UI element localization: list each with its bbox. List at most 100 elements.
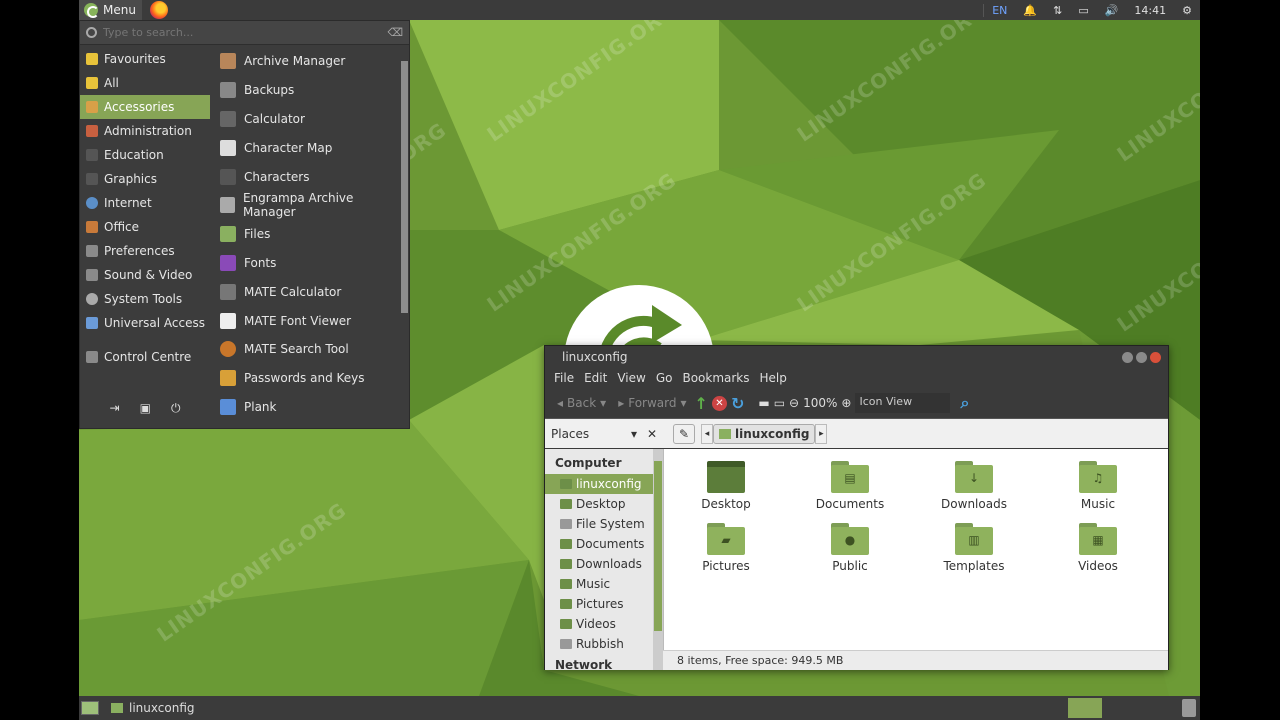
edit-location-button[interactable]: ✎ xyxy=(673,423,695,444)
folder-templates[interactable]: ▥ Templates xyxy=(912,523,1036,573)
menu-view[interactable]: View xyxy=(612,371,650,385)
sidebar-item-desktop[interactable]: Desktop xyxy=(545,494,663,514)
up-arrow-icon[interactable]: ↑ xyxy=(695,394,708,413)
app-engrampa[interactable]: Engrampa Archive Manager xyxy=(213,191,399,220)
app-files[interactable]: Files xyxy=(213,220,399,249)
menu-edit[interactable]: Edit xyxy=(579,371,612,385)
app-archive-manager[interactable]: Archive Manager xyxy=(213,47,399,76)
close-sidebar-icon[interactable]: ✕ xyxy=(647,427,663,441)
breadcrumb-next-button[interactable]: ▸ xyxy=(815,423,828,444)
menu-bookmarks[interactable]: Bookmarks xyxy=(677,371,754,385)
dropdown-icon: ▾ xyxy=(680,396,687,410)
bell-icon[interactable]: 🔔 xyxy=(1015,4,1045,17)
sidebar-item-rubbish[interactable]: Rubbish xyxy=(545,634,663,654)
category-label: Favourites xyxy=(104,52,166,66)
category-accessories[interactable]: Accessories xyxy=(80,95,210,119)
sidebar-scroll-thumb[interactable] xyxy=(654,461,662,631)
category-internet[interactable]: Internet xyxy=(80,191,210,215)
menu-search: ⌫ xyxy=(80,21,409,45)
category-administration[interactable]: Administration xyxy=(80,119,210,143)
zoom-in-icon[interactable]: ⊕ xyxy=(841,396,851,410)
app-label: Character Map xyxy=(244,140,333,155)
internet-globe-icon xyxy=(86,197,98,209)
back-button[interactable]: ◂ Back ▾ xyxy=(553,396,610,410)
category-favourites[interactable]: Favourites xyxy=(80,47,210,71)
forward-button[interactable]: ▸ Forward ▾ xyxy=(614,396,690,410)
folder-public[interactable]: ● Public xyxy=(788,523,912,573)
minimize-button[interactable] xyxy=(1122,351,1133,363)
category-universal-access[interactable]: Universal Access xyxy=(80,311,210,335)
sidebar-item-music[interactable]: Music xyxy=(545,574,663,594)
clear-search-icon[interactable]: ⌫ xyxy=(387,26,403,39)
menu-file[interactable]: File xyxy=(549,371,579,385)
app-characters[interactable]: Characters xyxy=(213,162,399,191)
trash-icon[interactable] xyxy=(1182,699,1196,717)
sidebar-item-label: Downloads xyxy=(576,557,642,571)
window-titlebar[interactable]: linuxconfig xyxy=(545,346,1168,368)
menu-search-input[interactable] xyxy=(103,26,388,39)
reload-icon[interactable]: ↻ xyxy=(731,394,744,413)
home-folder-icon[interactable]: ▬ xyxy=(758,396,769,410)
app-label: Passwords and Keys xyxy=(244,371,365,386)
clock[interactable]: 14:41 xyxy=(1126,4,1174,17)
search-icon[interactable]: ⌕ xyxy=(960,393,969,413)
app-character-map[interactable]: Character Map xyxy=(213,133,399,162)
folder-desktop[interactable]: Desktop xyxy=(664,461,788,511)
close-button[interactable] xyxy=(1150,351,1161,363)
sidebar-scrollbar[interactable] xyxy=(653,449,663,670)
menu-button[interactable]: Menu xyxy=(79,0,142,20)
view-mode-select[interactable]: Icon View xyxy=(855,393,951,413)
network-icon[interactable]: ⇅ xyxy=(1045,4,1070,17)
folder-pictures[interactable]: ▰ Pictures xyxy=(664,523,788,573)
trash-icon xyxy=(560,639,572,649)
category-office[interactable]: Office xyxy=(80,215,210,239)
breadcrumb-linuxconfig[interactable]: linuxconfig xyxy=(713,423,816,444)
lock-screen-icon[interactable]: ▣ xyxy=(140,401,151,415)
power-icon[interactable]: ⏻ xyxy=(171,401,181,416)
places-select[interactable]: Places ▾ xyxy=(551,427,641,441)
app-mate-search-tool[interactable]: MATE Search Tool xyxy=(213,335,399,364)
app-plank[interactable]: Plank xyxy=(213,393,399,422)
category-all[interactable]: All xyxy=(80,71,210,95)
computer-icon[interactable]: ▭ xyxy=(774,396,785,410)
sidebar-item-file-system[interactable]: File System xyxy=(545,514,663,534)
category-graphics[interactable]: Graphics xyxy=(80,167,210,191)
show-desktop-icon[interactable] xyxy=(81,701,99,715)
workspace-switcher[interactable] xyxy=(1068,698,1102,718)
sidebar-item-linuxconfig[interactable]: linuxconfig xyxy=(545,474,663,494)
sidebar-item-downloads[interactable]: Downloads xyxy=(545,554,663,574)
category-sound-video[interactable]: Sound & Video xyxy=(80,263,210,287)
zoom-out-icon[interactable]: ⊖ xyxy=(789,396,799,410)
app-backups[interactable]: Backups xyxy=(213,76,399,105)
category-education[interactable]: Education xyxy=(80,143,210,167)
sidebar-item-videos[interactable]: Videos xyxy=(545,614,663,634)
category-system-tools[interactable]: System Tools xyxy=(80,287,210,311)
battery-icon[interactable]: ▭ xyxy=(1070,4,1096,17)
app-calculator[interactable]: Calculator xyxy=(213,105,399,134)
folder-downloads[interactable]: ↓ Downloads xyxy=(912,461,1036,511)
folder-music[interactable]: ♫ Music xyxy=(1036,461,1160,511)
menu-scrollbar[interactable] xyxy=(401,61,408,313)
keyboard-layout-indicator[interactable]: EN xyxy=(983,3,1015,17)
volume-icon[interactable]: 🔊 xyxy=(1097,4,1127,17)
app-mate-font-viewer[interactable]: MATE Font Viewer xyxy=(213,306,399,335)
sidebar-item-pictures[interactable]: Pictures xyxy=(545,594,663,614)
logout-icon[interactable]: ⇥ xyxy=(110,401,120,415)
sidebar-item-documents[interactable]: Documents xyxy=(545,534,663,554)
firefox-icon[interactable] xyxy=(149,1,168,19)
folder-documents[interactable]: ▤ Documents xyxy=(788,461,912,511)
settings-gear-icon[interactable]: ⚙ xyxy=(1174,4,1200,17)
maximize-button[interactable] xyxy=(1136,351,1147,363)
menu-go[interactable]: Go xyxy=(651,371,678,385)
app-fonts[interactable]: Fonts xyxy=(213,249,399,278)
category-control-centre[interactable]: Control Centre xyxy=(80,345,210,369)
app-passwords-and-keys[interactable]: Passwords and Keys xyxy=(213,364,399,393)
menu-help[interactable]: Help xyxy=(755,371,792,385)
category-preferences[interactable]: Preferences xyxy=(80,239,210,263)
bottom-panel: linuxconfig xyxy=(79,696,1200,720)
taskbar-item-linuxconfig[interactable]: linuxconfig xyxy=(111,701,195,715)
app-mate-calculator[interactable]: MATE Calculator xyxy=(213,277,399,306)
breadcrumb-prev-button[interactable]: ◂ xyxy=(701,423,713,444)
stop-icon[interactable]: ✕ xyxy=(711,395,727,411)
folder-videos[interactable]: ▦ Videos xyxy=(1036,523,1160,573)
